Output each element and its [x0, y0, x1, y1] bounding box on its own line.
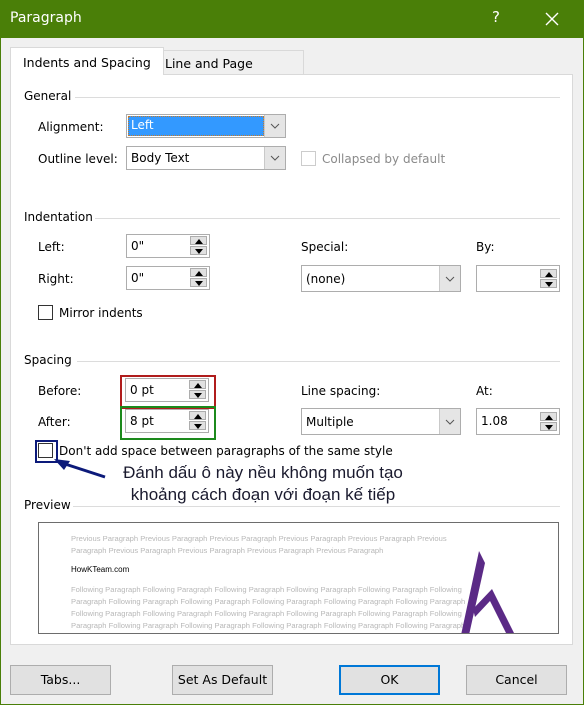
set-as-default-button[interactable]: Set As Default [172, 665, 273, 695]
tab-indents-and-spacing[interactable]: Indents and Spacing [10, 47, 164, 75]
at-value: 1.08 [481, 414, 508, 428]
increment-button[interactable] [189, 411, 206, 420]
right-indent-spinner[interactable]: 0" [126, 266, 210, 290]
tabs-button[interactable]: Tabs... [10, 665, 111, 695]
by-label: By: [476, 240, 495, 254]
arrow-down-icon [195, 281, 203, 286]
mirror-indents-label: Mirror indents [59, 306, 143, 320]
increment-button[interactable] [190, 268, 207, 277]
preview-previous-line: Previous Paragraph Previous Paragraph Pr… [71, 534, 447, 543]
annotation-text: Đánh dấu ô này nều không muốn tạo khoảng… [98, 462, 428, 506]
outline-level-value: Body Text [131, 151, 190, 165]
title-bar: Paragraph ? [0, 0, 584, 38]
increment-button[interactable] [189, 380, 206, 389]
preview-following-line: Following Paragraph Following Paragraph … [71, 632, 462, 633]
right-indent-label: Right: [38, 272, 74, 286]
arrow-up-icon [195, 239, 203, 244]
preview-following-line: Following Paragraph Following Paragraph … [71, 609, 462, 618]
arrow-up-icon [195, 271, 203, 276]
decrement-button[interactable] [540, 279, 557, 288]
left-indent-label: Left: [38, 240, 65, 254]
line-spacing-select[interactable]: Multiple [301, 408, 461, 435]
alignment-dropdown-button[interactable] [264, 115, 285, 137]
decrement-button[interactable] [189, 390, 206, 399]
preview-group-title: Preview [24, 498, 71, 512]
at-label: At: [476, 384, 493, 398]
before-value: 0 pt [130, 383, 154, 397]
arrow-down-icon [545, 282, 553, 287]
arrow-down-icon [194, 393, 202, 398]
outline-dropdown-button[interactable] [264, 147, 285, 169]
preview-following-line: Paragraph Following Paragraph Following … [71, 597, 466, 606]
at-spinner[interactable]: 1.08 [476, 408, 560, 435]
after-spinner[interactable]: 8 pt [125, 409, 209, 433]
special-label: Special: [301, 240, 349, 254]
special-value: (none) [306, 272, 346, 286]
dialog-title: Paragraph [10, 10, 82, 26]
collapsed-by-default-label: Collapsed by default [322, 152, 446, 166]
outline-level-label: Outline level: [38, 152, 118, 166]
arrow-up-icon [194, 414, 202, 419]
special-dropdown-button[interactable] [439, 266, 460, 291]
close-icon [545, 12, 559, 26]
line-spacing-dropdown-button[interactable] [439, 409, 460, 434]
special-select[interactable]: (none) [301, 265, 461, 292]
decrement-button[interactable] [190, 278, 207, 287]
spacing-group-title: Spacing [24, 353, 72, 367]
mirror-indents-checkbox[interactable] [38, 305, 53, 320]
preview-following-line: Paragraph Following Paragraph Following … [71, 621, 466, 630]
arrow-down-icon [545, 425, 553, 430]
chevron-down-icon [270, 123, 280, 129]
before-spinner[interactable]: 0 pt [125, 378, 209, 402]
left-indent-spinner[interactable]: 0" [126, 234, 210, 258]
decrement-button[interactable] [540, 422, 557, 431]
arrow-up-icon [545, 272, 553, 277]
chevron-down-icon [445, 276, 455, 282]
preview-divider [73, 506, 560, 507]
cancel-button[interactable]: Cancel [466, 665, 567, 695]
arrow-down-icon [194, 424, 202, 429]
arrow-up-icon [194, 383, 202, 388]
preview-following-line: Following Paragraph Following Paragraph … [71, 585, 462, 594]
increment-button[interactable] [540, 412, 557, 421]
indentation-divider [95, 218, 560, 219]
decrement-button[interactable] [189, 421, 206, 430]
annotation-line-1: Đánh dấu ô này nều không muốn tạo [123, 463, 403, 482]
line-spacing-value: Multiple [306, 415, 354, 429]
decrement-button[interactable] [190, 246, 207, 255]
preview-previous-line: Paragraph Previous Paragraph Previous Pa… [71, 546, 384, 555]
chevron-down-icon [445, 419, 455, 425]
after-label: After: [38, 415, 71, 429]
arrow-down-icon [195, 249, 203, 254]
tab-label: Indents and Spacing [23, 55, 151, 70]
collapsed-by-default-checkbox[interactable] [301, 151, 316, 166]
alignment-select[interactable]: Left [126, 114, 286, 138]
outline-level-select[interactable]: Body Text [126, 146, 286, 170]
chevron-down-icon [270, 155, 280, 161]
arrow-up-icon [545, 415, 553, 420]
alignment-label: Alignment: [38, 120, 104, 134]
help-button[interactable]: ? [486, 8, 506, 30]
general-divider [75, 97, 560, 98]
close-button[interactable] [534, 6, 570, 32]
spacing-divider [77, 361, 560, 362]
preview-box: Previous Paragraph Previous Paragraph Pr… [38, 522, 559, 634]
line-spacing-label: Line spacing: [301, 384, 381, 398]
left-indent-value: 0" [131, 239, 145, 253]
howkteam-logo-icon [461, 551, 514, 633]
increment-button[interactable] [540, 269, 557, 278]
alignment-value: Left [131, 118, 154, 132]
by-spinner[interactable] [476, 265, 560, 292]
right-indent-value: 0" [131, 271, 145, 285]
after-value: 8 pt [130, 414, 154, 428]
before-label: Before: [38, 384, 82, 398]
annotation-line-2: khoảng cách đoạn với đoạn kế tiếp [130, 485, 396, 504]
preview-sample-text: HowKTeam.com [71, 565, 130, 574]
ok-button[interactable]: OK [339, 665, 440, 695]
indentation-group-title: Indentation [24, 210, 93, 224]
general-group-title: General [24, 89, 72, 103]
increment-button[interactable] [190, 236, 207, 245]
tab-line-and-page-breaks[interactable]: Line and Page Breaks [154, 50, 304, 96]
